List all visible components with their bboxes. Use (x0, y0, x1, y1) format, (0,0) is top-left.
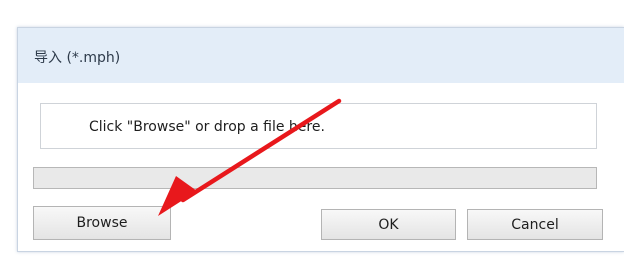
screen: 导入 (*.mph) Click "Browse" or drop a file… (0, 0, 624, 266)
browse-button[interactable]: Browse (33, 206, 171, 240)
cancel-button[interactable]: Cancel (467, 209, 603, 240)
file-drop-zone[interactable]: Click "Browse" or drop a file here. (40, 103, 597, 149)
ok-button[interactable]: OK (321, 209, 456, 240)
drop-zone-label: Click "Browse" or drop a file here. (89, 119, 325, 135)
dialog-titlebar: 导入 (*.mph) (18, 28, 624, 83)
progress-bar (33, 167, 597, 189)
import-dialog: 导入 (*.mph) Click "Browse" or drop a file… (17, 27, 624, 252)
dialog-title: 导入 (*.mph) (34, 50, 121, 66)
